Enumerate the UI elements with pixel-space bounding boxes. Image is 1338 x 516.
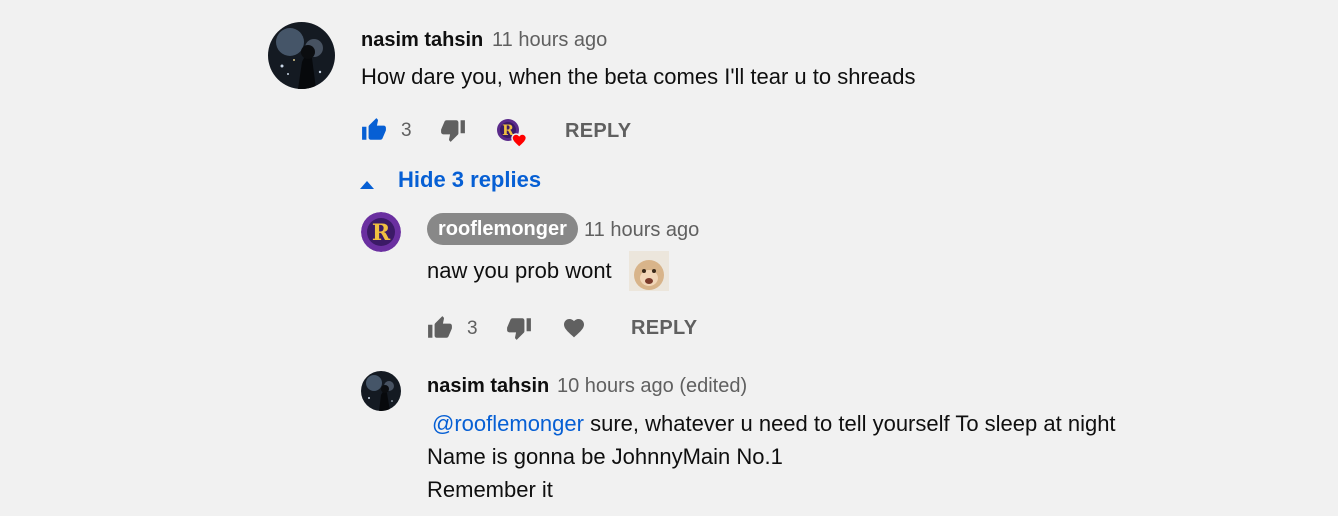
creator-author-badge[interactable]: rooflemonger: [427, 213, 578, 245]
reply-text-line: Name is gonna be JohnnyMain No.1: [427, 444, 783, 469]
hide-replies-label: Hide 3 replies: [398, 167, 542, 192]
creator-heart-icon[interactable]: R: [496, 118, 530, 150]
reply-text: sure, whatever u need to tell yourself T…: [583, 411, 1116, 436]
svg-text:R: R: [372, 220, 391, 246]
reply-author[interactable]: nasim tahsin: [427, 375, 549, 398]
reply-timestamp[interactable]: 11 hours ago: [584, 219, 699, 242]
avatar[interactable]: [268, 22, 335, 89]
reply-text-line: @rooflemonger sure, whatever u need to t…: [432, 407, 1116, 440]
avatar[interactable]: [361, 371, 401, 411]
reply-button[interactable]: REPLY: [631, 317, 697, 340]
dislike-icon[interactable]: [440, 117, 466, 143]
comment-text: How dare you, when the beta comes I'll t…: [361, 64, 916, 89]
dislike-icon[interactable]: [506, 315, 532, 341]
hide-replies-button[interactable]: Hide 3 replies: [360, 166, 541, 194]
avatar[interactable]: R: [361, 212, 401, 252]
like-icon[interactable]: [361, 117, 387, 143]
comment-author[interactable]: nasim tahsin: [361, 29, 483, 52]
monkey-emoji: [629, 251, 669, 291]
like-icon[interactable]: [427, 315, 453, 341]
mention-link[interactable]: @rooflemonger: [432, 411, 584, 436]
comment-timestamp[interactable]: 11 hours ago: [492, 29, 607, 52]
caret-up-icon: [360, 176, 374, 189]
reply-timestamp[interactable]: 10 hours ago (edited): [557, 375, 747, 398]
like-count: 3: [401, 120, 412, 141]
reply-button[interactable]: REPLY: [565, 120, 631, 143]
reply-text-line: Remember it: [427, 477, 553, 502]
comment-thread: nasim tahsin 11 hours ago How dare you, …: [0, 0, 1338, 516]
heart-icon[interactable]: [562, 316, 586, 340]
reply-text: naw you prob wont: [427, 258, 612, 283]
like-count: 3: [467, 318, 478, 339]
